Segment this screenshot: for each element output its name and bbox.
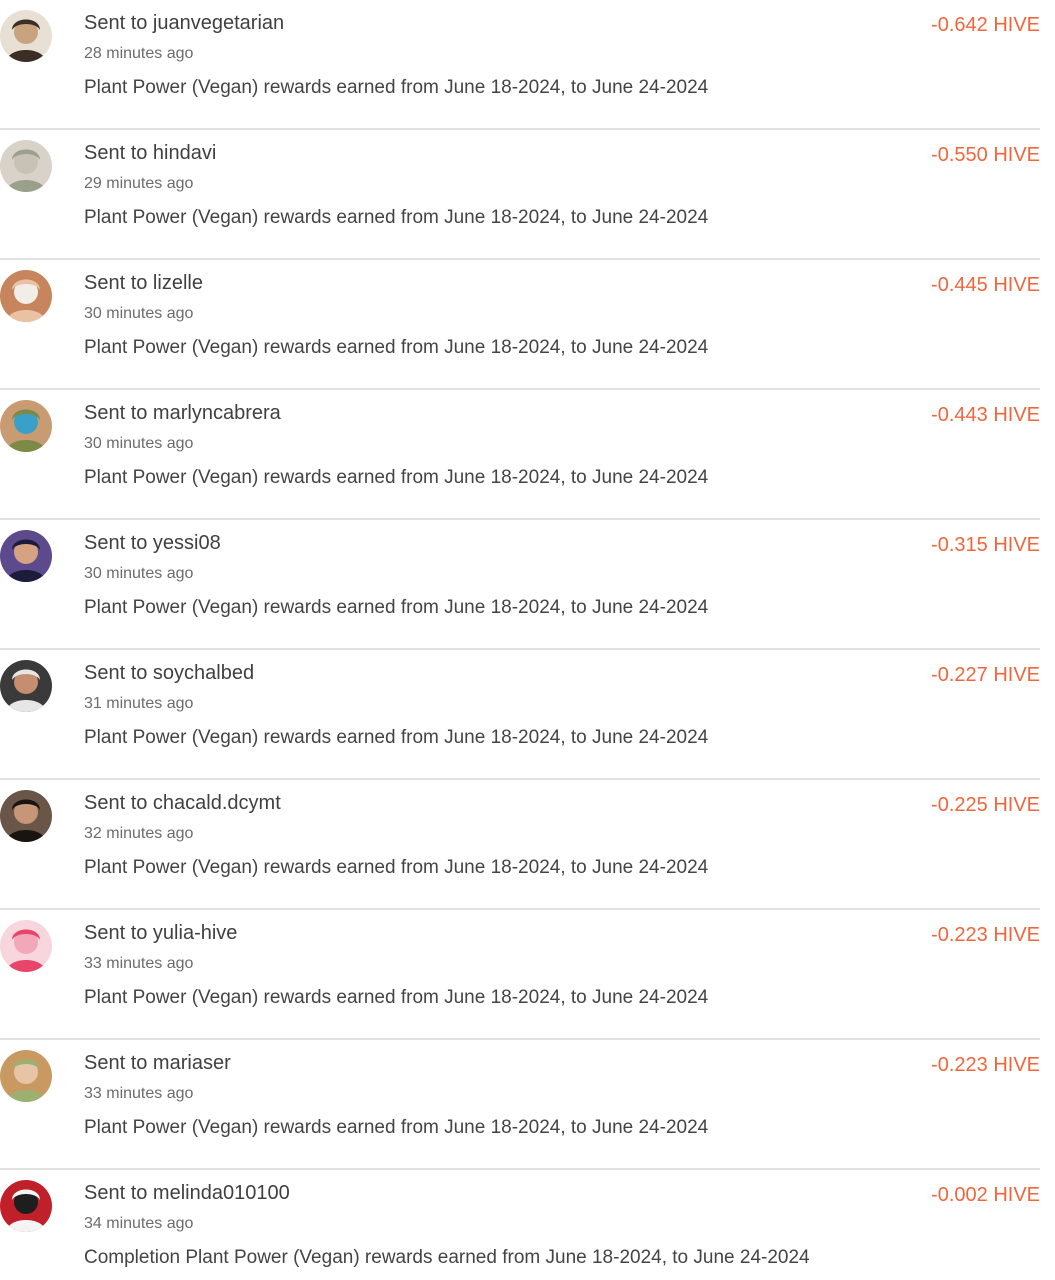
avatar-image: [0, 1050, 52, 1102]
transaction-memo: Completion Plant Power (Vegan) rewards e…: [84, 1247, 810, 1268]
avatar[interactable]: [0, 920, 52, 972]
transaction-memo: Plant Power (Vegan) rewards earned from …: [84, 727, 709, 748]
transaction-row[interactable]: Sent to melinda010100 34 minutes ago Compl…: [0, 1170, 1040, 1280]
avatar-image: [0, 1180, 52, 1232]
transaction-row[interactable]: Sent to marlyncabrera 30 minutes ago Plant…: [0, 390, 1040, 520]
transaction-row[interactable]: Sent to hindavi 29 minutes ago Plant Power…: [0, 130, 1040, 260]
transaction-title[interactable]: Sent to yessi08: [84, 532, 221, 555]
transaction-time: 33 minutes ago: [84, 955, 194, 972]
transaction-amount: -0.642 HIVE: [931, 14, 1040, 36]
transaction-title[interactable]: Sent to yulia-hive: [84, 922, 237, 945]
transaction-time: 30 minutes ago: [84, 565, 194, 582]
transaction-amount: -0.227 HIVE: [931, 664, 1040, 686]
transaction-title[interactable]: Sent to lizelle: [84, 272, 203, 295]
transaction-list: Sent to juanvegetarian 28 minutes ago Plan…: [0, 0, 1040, 1280]
transaction-title[interactable]: Sent to juanvegetarian: [84, 12, 284, 35]
transaction-title[interactable]: Sent to mariaser: [84, 1052, 231, 1075]
transaction-amount: -0.223 HIVE: [931, 1054, 1040, 1076]
transaction-title[interactable]: Sent to marlyncabrera: [84, 402, 281, 425]
avatar[interactable]: [0, 790, 52, 842]
avatar-image: [0, 140, 52, 192]
avatar[interactable]: [0, 1180, 52, 1232]
avatar[interactable]: [0, 10, 52, 62]
transaction-time: 28 minutes ago: [84, 45, 194, 62]
transaction-memo: Plant Power (Vegan) rewards earned from …: [84, 77, 709, 98]
transaction-time: 29 minutes ago: [84, 175, 194, 192]
transaction-amount: -0.445 HIVE: [931, 274, 1040, 296]
transaction-row[interactable]: Sent to mariaser 33 minutes ago Plant Powe…: [0, 1040, 1040, 1170]
transaction-title[interactable]: Sent to soychalbed: [84, 662, 254, 685]
transaction-memo: Plant Power (Vegan) rewards earned from …: [84, 207, 709, 228]
transaction-title[interactable]: Sent to melinda010100: [84, 1182, 290, 1205]
avatar[interactable]: [0, 140, 52, 192]
transaction-memo: Plant Power (Vegan) rewards earned from …: [84, 597, 709, 618]
transaction-row[interactable]: Sent to yessi08 30 minutes ago Plant Power…: [0, 520, 1040, 650]
avatar-image: [0, 920, 52, 972]
transaction-memo: Plant Power (Vegan) rewards earned from …: [84, 467, 709, 488]
transaction-row[interactable]: Sent to lizelle 30 minutes ago Plant Power…: [0, 260, 1040, 390]
transaction-memo: Plant Power (Vegan) rewards earned from …: [84, 987, 709, 1008]
avatar-image: [0, 400, 52, 452]
avatar-image: [0, 530, 52, 582]
transaction-memo: Plant Power (Vegan) rewards earned from …: [84, 857, 709, 878]
avatar[interactable]: [0, 1050, 52, 1102]
transaction-memo: Plant Power (Vegan) rewards earned from …: [84, 337, 709, 358]
avatar-image: [0, 270, 52, 322]
transaction-row[interactable]: Sent to juanvegetarian 28 minutes ago Plan…: [0, 0, 1040, 130]
transaction-time: 32 minutes ago: [84, 825, 194, 842]
transaction-row[interactable]: Sent to yulia-hive 33 minutes ago Plant Po…: [0, 910, 1040, 1040]
avatar[interactable]: [0, 660, 52, 712]
avatar-image: [0, 10, 52, 62]
avatar[interactable]: [0, 270, 52, 322]
avatar-image: [0, 660, 52, 712]
transaction-time: 33 minutes ago: [84, 1085, 194, 1102]
transaction-memo: Plant Power (Vegan) rewards earned from …: [84, 1117, 709, 1138]
transaction-amount: -0.223 HIVE: [931, 924, 1040, 946]
transaction-title[interactable]: Sent to chacald.dcymt: [84, 792, 281, 815]
transaction-time: 34 minutes ago: [84, 1215, 194, 1232]
transaction-title[interactable]: Sent to hindavi: [84, 142, 216, 165]
avatar-image: [0, 790, 52, 842]
avatar[interactable]: [0, 400, 52, 452]
transaction-time: 30 minutes ago: [84, 435, 194, 452]
transaction-amount: -0.443 HIVE: [931, 404, 1040, 426]
transaction-time: 31 minutes ago: [84, 695, 194, 712]
transaction-row[interactable]: Sent to chacald.dcymt 32 minutes ago Plant…: [0, 780, 1040, 910]
transaction-time: 30 minutes ago: [84, 305, 194, 322]
transaction-row[interactable]: Sent to soychalbed 31 minutes ago Plant Po…: [0, 650, 1040, 780]
avatar[interactable]: [0, 530, 52, 582]
transaction-amount: -0.002 HIVE: [931, 1184, 1040, 1206]
transaction-amount: -0.225 HIVE: [931, 794, 1040, 816]
transaction-amount: -0.315 HIVE: [931, 534, 1040, 556]
transaction-amount: -0.550 HIVE: [931, 144, 1040, 166]
